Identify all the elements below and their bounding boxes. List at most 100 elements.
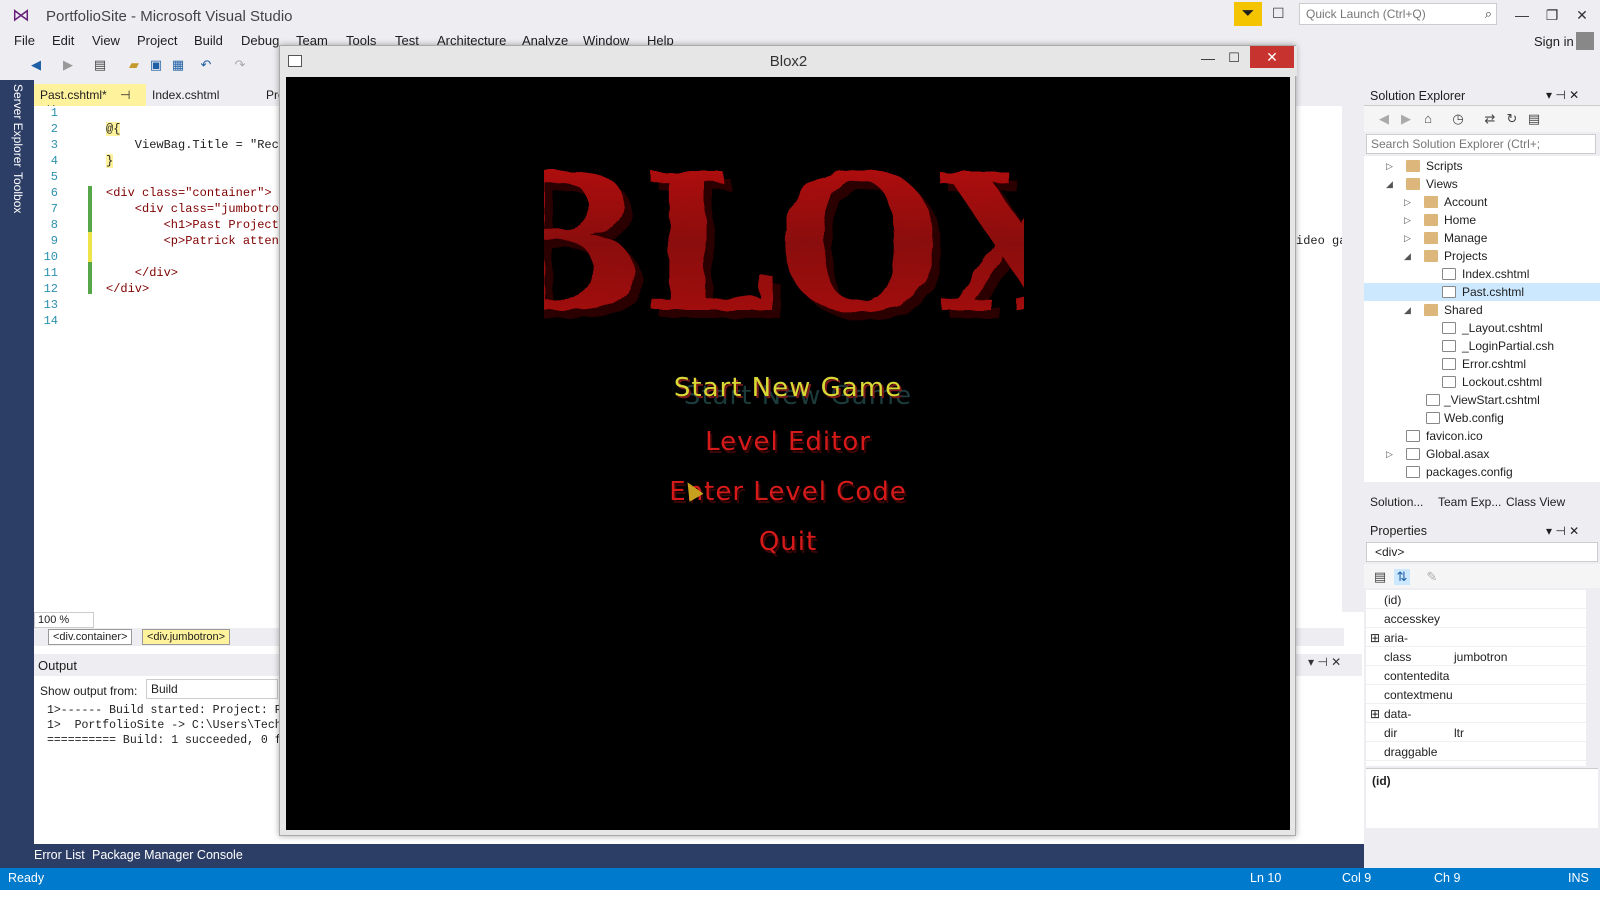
output-window-controls[interactable]: ▾ ⊣ ✕ xyxy=(1308,655,1341,669)
enter-level-code-option[interactable]: Enter Level Code xyxy=(286,477,1290,507)
property-row[interactable]: ⊞ aria- xyxy=(1366,628,1586,647)
property-row[interactable]: ⊞ data- xyxy=(1366,704,1586,723)
property-row[interactable]: draggable xyxy=(1366,742,1586,761)
save-all-icon[interactable]: ▦ xyxy=(170,57,186,73)
menu-view[interactable]: View xyxy=(92,33,120,48)
server-explorer-tab[interactable]: Server Explorer xyxy=(11,84,25,167)
property-row[interactable]: accesskey xyxy=(1366,609,1586,628)
zoom-level-select[interactable]: 100 % xyxy=(34,612,94,628)
close-button[interactable]: ✕ xyxy=(1568,4,1596,26)
tree-item-account[interactable]: Account xyxy=(1444,195,1487,209)
menu-file[interactable]: File xyxy=(14,33,35,48)
history-icon[interactable]: ◷ xyxy=(1450,111,1466,127)
tab-class-view[interactable]: Class View xyxy=(1506,495,1565,509)
tree-item-viewstart[interactable]: _ViewStart.cshtml xyxy=(1444,393,1540,407)
notifications-filter-icon[interactable]: ⏷ xyxy=(1234,2,1262,26)
back-icon[interactable]: ◀ xyxy=(1376,111,1392,127)
property-pages-icon[interactable]: ✎ xyxy=(1424,569,1440,585)
tree-item-home[interactable]: Home xyxy=(1444,213,1476,227)
tree-item-web-config[interactable]: Web.config xyxy=(1444,411,1504,425)
pin-icon[interactable]: ⊣ xyxy=(120,88,130,102)
game-minimize-button[interactable]: — xyxy=(1198,50,1218,66)
menu-build[interactable]: Build xyxy=(194,33,223,48)
refresh-icon[interactable]: ↻ xyxy=(1504,111,1520,127)
properties-controls[interactable]: ▾ ⊣ ✕ xyxy=(1546,524,1579,538)
package-manager-console-tab[interactable]: Package Manager Console xyxy=(92,848,243,862)
solution-explorer-search-input[interactable]: Search Solution Explorer (Ctrl+; xyxy=(1366,134,1596,154)
tab-solution-explorer[interactable]: Solution... xyxy=(1370,495,1423,509)
breadcrumb-jumbotron[interactable]: <div.jumbotron> xyxy=(142,629,231,645)
tree-item-past-cshtml[interactable]: Past.cshtml xyxy=(1462,285,1524,299)
collapse-arrow-icon[interactable]: ◢ xyxy=(1404,251,1411,262)
redo-icon[interactable]: ↷ xyxy=(232,57,248,73)
editor-scrollbar[interactable] xyxy=(1342,106,1364,612)
error-list-tab[interactable]: Error List xyxy=(34,848,85,862)
expand-arrow-icon[interactable]: ▷ xyxy=(1404,233,1411,244)
output-title: Output xyxy=(38,658,78,673)
forward-icon[interactable]: ▶ xyxy=(60,57,76,73)
categorized-icon[interactable]: ▤ xyxy=(1372,569,1388,585)
expand-arrow-icon[interactable]: ▷ xyxy=(1386,449,1393,460)
tree-item-global-asax[interactable]: Global.asax xyxy=(1426,447,1489,461)
feedback-icon[interactable]: ☐ xyxy=(1272,5,1285,22)
undo-icon[interactable]: ↶ xyxy=(198,57,214,73)
menu-edit[interactable]: Edit xyxy=(52,33,74,48)
folder-icon xyxy=(1406,160,1420,172)
tree-item-manage[interactable]: Manage xyxy=(1444,231,1487,245)
collapse-all-icon[interactable]: ▤ xyxy=(1526,111,1542,127)
save-icon[interactable]: ▣ xyxy=(148,57,164,73)
collapse-arrow-icon[interactable]: ◢ xyxy=(1386,179,1393,190)
menu-debug[interactable]: Debug xyxy=(241,33,279,48)
tab-index-cshtml[interactable]: Index.cshtml xyxy=(146,84,256,106)
output-source-select[interactable]: Build xyxy=(146,679,278,699)
properties-object-select[interactable]: <div> xyxy=(1366,542,1598,562)
property-row[interactable]: class jumbotron xyxy=(1366,647,1586,666)
solution-explorer-controls[interactable]: ▾ ⊣ ✕ xyxy=(1546,88,1579,102)
quit-option[interactable]: Quit xyxy=(286,527,1290,557)
new-project-icon[interactable]: ▤ xyxy=(92,57,108,73)
tree-item-scripts[interactable]: Scripts xyxy=(1426,159,1463,173)
property-row[interactable]: contextmenu xyxy=(1366,685,1586,704)
expand-arrow-icon[interactable]: ▷ xyxy=(1404,215,1411,226)
game-canvas[interactable]: BLOX BLOX Start New Game Start New Game … xyxy=(286,77,1290,830)
minimize-button[interactable]: — xyxy=(1508,4,1536,26)
expand-plus-icon[interactable]: ⊞ xyxy=(1370,631,1380,645)
tree-item-error[interactable]: Error.cshtml xyxy=(1462,357,1526,371)
account-icon[interactable] xyxy=(1576,32,1594,50)
breadcrumb-container[interactable]: <div.container> xyxy=(48,629,133,645)
alphabetical-icon[interactable]: ⇅ xyxy=(1394,569,1410,585)
tree-item-index-cshtml[interactable]: Index.cshtml xyxy=(1462,267,1529,281)
tree-item-projects[interactable]: Projects xyxy=(1444,249,1487,263)
quick-launch-input[interactable]: Quick Launch (Ctrl+Q) ⌕ xyxy=(1299,3,1497,25)
sync-icon[interactable]: ⇄ xyxy=(1482,111,1498,127)
expand-arrow-icon[interactable]: ▷ xyxy=(1404,197,1411,208)
toolbox-tab[interactable]: Toolbox xyxy=(11,172,25,213)
property-row[interactable]: contentedita xyxy=(1366,666,1586,685)
tree-item-views[interactable]: Views xyxy=(1426,177,1458,191)
back-icon[interactable]: ◀ xyxy=(28,57,44,73)
level-editor-option[interactable]: Level Editor xyxy=(286,427,1290,457)
menu-project[interactable]: Project xyxy=(137,33,177,48)
start-new-game-option[interactable]: Start New Game xyxy=(286,373,1290,403)
tab-team-explorer[interactable]: Team Exp... xyxy=(1438,495,1501,509)
collapse-arrow-icon[interactable]: ◢ xyxy=(1404,305,1411,316)
game-maximize-button[interactable]: ☐ xyxy=(1224,50,1244,66)
sign-in-link[interactable]: Sign in xyxy=(1534,34,1574,49)
line-number: 12 xyxy=(43,282,58,296)
tree-item-lockout[interactable]: Lockout.cshtml xyxy=(1462,375,1542,389)
tab-past-cshtml[interactable]: Past.cshtml* ⊣ ✕ xyxy=(34,84,146,116)
property-row[interactable]: (id) xyxy=(1366,590,1586,609)
forward-icon[interactable]: ▶ xyxy=(1398,111,1414,127)
tree-item-layout[interactable]: _Layout.cshtml xyxy=(1462,321,1543,335)
game-close-button[interactable]: ✕ xyxy=(1250,46,1294,68)
open-file-icon[interactable]: ▰ xyxy=(126,57,142,73)
property-row[interactable]: dir ltr xyxy=(1366,723,1586,742)
tree-item-loginpartial[interactable]: _LoginPartial.csh xyxy=(1462,339,1554,353)
expand-plus-icon[interactable]: ⊞ xyxy=(1370,707,1380,721)
restore-button[interactable]: ❐ xyxy=(1538,4,1566,26)
expand-arrow-icon[interactable]: ▷ xyxy=(1386,161,1393,172)
home-icon[interactable]: ⌂ xyxy=(1420,111,1436,127)
tree-item-shared[interactable]: Shared xyxy=(1444,303,1483,317)
tree-item-favicon[interactable]: favicon.ico xyxy=(1426,429,1483,443)
tree-item-packages-config[interactable]: packages.config xyxy=(1426,465,1513,479)
